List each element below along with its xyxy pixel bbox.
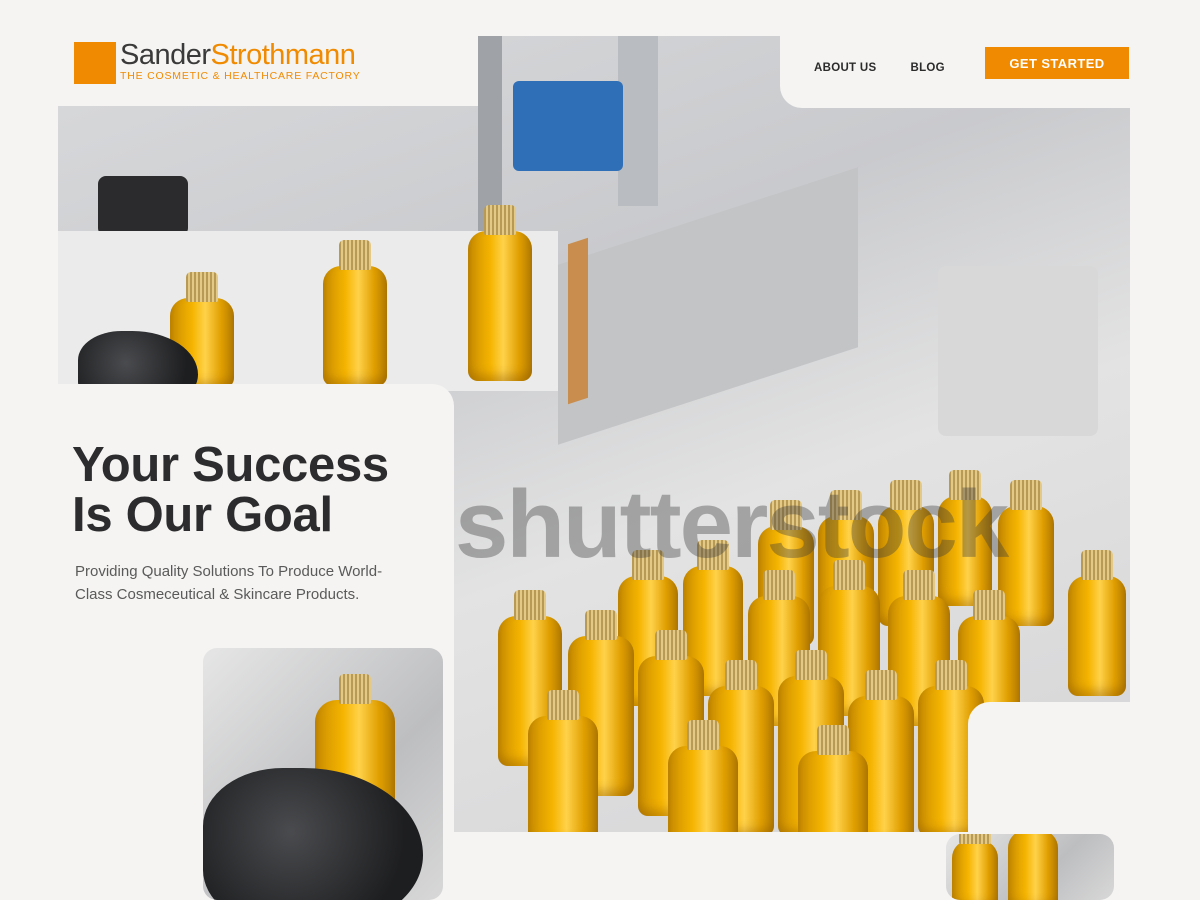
bottle: [468, 231, 532, 381]
logo-mark-icon: [74, 42, 116, 84]
bottle: [952, 840, 998, 900]
get-started-button[interactable]: GET STARTED: [985, 47, 1129, 79]
bottle: [323, 266, 387, 386]
gloved-hand-image: [203, 648, 443, 900]
bottles-thumbnail-image: [946, 834, 1114, 900]
machine-box: [938, 266, 1098, 436]
conveyor-panel: [558, 167, 858, 445]
brand-name-part1: Sander: [120, 39, 211, 71]
bottle: [528, 716, 598, 834]
brand-logo[interactable]: SanderStrothmann THE COSMETIC & HEALTHCA…: [74, 40, 361, 84]
conveyor-edge: [568, 237, 588, 405]
brand-name: SanderStrothmann: [120, 40, 361, 70]
nav-blog[interactable]: BLOG: [910, 62, 944, 74]
nav-about-us[interactable]: ABOUT US: [814, 62, 876, 74]
brand-name-part2: Strothmann: [210, 39, 356, 71]
bottle: [798, 751, 868, 834]
bottle: [668, 746, 738, 834]
hero-title-line2: Is Our Goal: [72, 488, 333, 542]
machine-part-dark: [98, 176, 188, 236]
machine-column: [618, 36, 658, 206]
bottle: [1008, 834, 1058, 900]
watermark: shutterstock: [455, 471, 1009, 578]
hero-title-line1: Your Success: [72, 438, 389, 492]
bottle: [1068, 576, 1126, 696]
main-nav: ABOUT US BLOG: [814, 62, 945, 74]
cutout-bottom: [454, 832, 974, 900]
brand-tagline: THE COSMETIC & HEALTHCARE FACTORY: [120, 70, 361, 82]
hero-title: Your Success Is Our Goal: [72, 440, 452, 540]
hero-subtitle: Providing Quality Solutions To Produce W…: [75, 563, 383, 603]
machine-blue-part: [513, 81, 623, 171]
